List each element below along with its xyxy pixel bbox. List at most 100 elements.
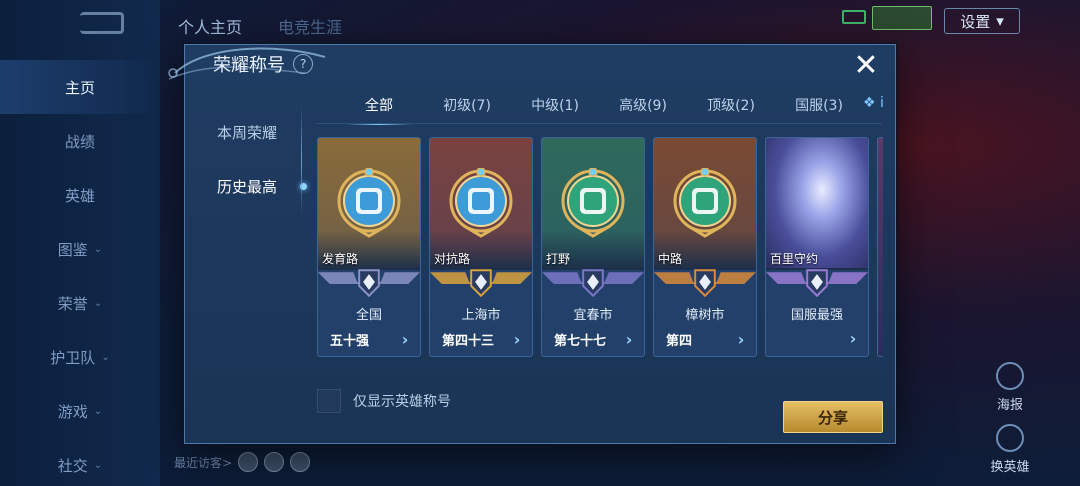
change-hero-label: 换英雄 <box>990 460 1030 475</box>
poster-label: 海报 <box>996 398 1023 413</box>
chevron-right-icon[interactable]: › <box>732 330 750 349</box>
tab-more[interactable]: ❖ i <box>863 95 893 121</box>
card-rank-row: 五十强 › <box>326 330 414 349</box>
hero-only-label: 仅显示英雄称号 <box>353 394 451 410</box>
avatar[interactable] <box>290 452 311 472</box>
modal-title-text: 荣耀称号 <box>213 55 285 76</box>
title-card[interactable]: 发育路 全国 五十强 › <box>317 137 421 357</box>
share-button[interactable]: 分享 <box>783 401 883 433</box>
chevron-down-icon: ⌄ <box>101 351 110 363</box>
card-title-name: 百里守约 <box>770 252 819 266</box>
sidebar-item-label: 英雄 <box>64 186 95 205</box>
menu-weekly-honor-label: 本周荣耀 <box>217 123 278 142</box>
avatar[interactable] <box>238 452 259 472</box>
poster-button[interactable]: 海报 <box>980 362 1040 413</box>
card-region: 上海市 <box>461 308 501 323</box>
modal-title: 荣耀称号 ? <box>213 49 318 79</box>
avatar[interactable] <box>264 452 285 472</box>
chevron-down-icon: ⌄ <box>93 459 103 471</box>
card-rank: 五十强 <box>330 334 370 349</box>
chevron-down-icon: ⌄ <box>93 405 103 417</box>
divider <box>301 105 302 215</box>
rank-banner-icon <box>542 269 644 298</box>
chevron-right-icon[interactable]: › <box>508 330 526 349</box>
change-hero-button[interactable]: 换英雄 <box>980 424 1040 475</box>
card-rank-row: 第四十三 › <box>438 330 526 349</box>
lane-emblem-icon <box>449 168 513 238</box>
network-icon <box>842 10 866 24</box>
honor-title-modal: 荣耀称号 ? ✕ 本周荣耀 历史最高 全部 初级(7) 中级(1) 高级(9) … <box>168 44 896 444</box>
chevron-down-icon: ▾ <box>996 12 1004 30</box>
menu-weekly-honor[interactable]: 本周荣耀 <box>185 105 303 159</box>
question-diamond-icon[interactable]: ? <box>288 49 318 79</box>
sidebar-item[interactable]: 游戏 ⌄ <box>0 384 160 438</box>
card-rank: 第七十七 <box>554 334 607 349</box>
history-menu: 本周荣耀 历史最高 <box>185 105 307 213</box>
title-card-list: 发育路 全国 五十强 › 对抗路 上海市 第四十三 › 打野 宜春市 第七十七 › 中路 樟树市 第四 › 百里… <box>317 137 883 359</box>
title-card[interactable]: 百里守约国服最强 › <box>765 137 869 357</box>
tab-national[interactable]: 国服(3) <box>775 95 863 121</box>
sidebar-item[interactable]: 图鉴 ⌄ <box>0 222 160 276</box>
title-card[interactable]: 中路樟树市第四 › <box>653 137 757 357</box>
tab-beginner[interactable]: 初级(7) <box>423 95 511 121</box>
sidebar-item[interactable]: 英雄 <box>0 168 160 222</box>
tabs-underline <box>317 123 882 124</box>
hero-only-checkbox[interactable] <box>317 389 341 413</box>
sidebar-item-label: 战绩 <box>64 132 95 151</box>
recent-visitors[interactable]: 最近访客> <box>174 452 311 472</box>
close-icon[interactable]: ✕ <box>851 51 881 81</box>
tab-personal-home[interactable]: 个人主页 <box>178 14 242 38</box>
menu-history-best[interactable]: 历史最高 <box>185 159 307 213</box>
lane-emblem-icon <box>337 168 401 238</box>
title-card[interactable]: 打野宜春市第七十七 › <box>541 137 645 357</box>
profile-top-tabs: 个人主页 电竞生涯 <box>178 14 342 38</box>
card-region: 全国 <box>355 308 382 323</box>
title-card[interactable]: 对抗路 上海市 第四十三 › <box>429 137 533 357</box>
tab-top[interactable]: 顶级(2) <box>687 95 775 121</box>
card-region: 国服最强 <box>790 308 843 323</box>
poster-icon <box>996 362 1024 390</box>
chevron-right-icon[interactable]: › <box>620 330 638 349</box>
rank-banner-icon <box>318 269 420 298</box>
lane-emblem-icon <box>561 168 625 238</box>
sidebar-item-label: 社交 <box>57 456 88 475</box>
card-rank: 第四 <box>666 334 693 349</box>
sidebar-item[interactable]: 荣誉 ⌄ <box>0 276 160 330</box>
chevron-down-icon: ⌄ <box>93 297 103 309</box>
chevron-right-icon[interactable]: › <box>844 330 862 348</box>
card-rank-row: 第四 › <box>662 330 750 349</box>
tab-all[interactable]: 全部 <box>335 95 423 125</box>
sidebar-item[interactable]: 社交 ⌄ <box>0 438 160 486</box>
sidebar-item-label: 图鉴 <box>57 240 88 259</box>
sidebar-item[interactable]: 主页 <box>0 60 160 114</box>
change-hero-icon <box>996 424 1024 452</box>
menu-history-best-label: 历史最高 <box>217 177 278 196</box>
lane-emblem-icon <box>673 168 737 238</box>
sidebar-item-label: 荣誉 <box>57 294 88 313</box>
tab-intermediate[interactable]: 中级(1) <box>511 95 599 121</box>
sidebar-item[interactable]: 护卫队 ⌄ <box>0 330 160 384</box>
card-region: 樟树市 <box>685 308 725 323</box>
settings-button[interactable]: 设置 ▾ <box>944 8 1020 34</box>
chevron-down-icon: ⌄ <box>93 243 103 255</box>
chevron-right-icon[interactable]: › <box>396 330 414 349</box>
title-card[interactable] <box>877 137 883 357</box>
card-title-name: 中路 <box>658 252 683 266</box>
sidebar-item[interactable]: 战绩 <box>0 114 160 168</box>
rank-banner-icon <box>430 269 532 298</box>
tab-esports-career[interactable]: 电竞生涯 <box>278 14 342 38</box>
tab-advanced[interactable]: 高级(9) <box>599 95 687 121</box>
tier-tabs: 全部 初级(7) 中级(1) 高级(9) 顶级(2) 国服(3) ❖ i <box>335 95 893 125</box>
rank-banner-icon <box>654 269 756 298</box>
side-nav: 主页战绩英雄图鉴 ⌄ 荣誉 ⌄ 护卫队 ⌄ 游戏 ⌄ 社交 ⌄ <box>0 60 160 486</box>
card-region: 宜春市 <box>573 308 613 323</box>
promo-badge[interactable] <box>872 6 932 30</box>
sidebar-item-label: 游戏 <box>57 402 88 421</box>
back-icon[interactable] <box>80 12 124 34</box>
recent-visitors-label: 最近访客> <box>174 455 233 470</box>
sidebar-item-label: 主页 <box>64 78 95 97</box>
card-rank-row: 第七十七 › <box>550 330 638 349</box>
hero-only-filter[interactable]: 仅显示英雄称号 <box>317 389 451 413</box>
card-title-name: 打野 <box>546 252 571 266</box>
sidebar-item-label: 护卫队 <box>50 348 96 367</box>
